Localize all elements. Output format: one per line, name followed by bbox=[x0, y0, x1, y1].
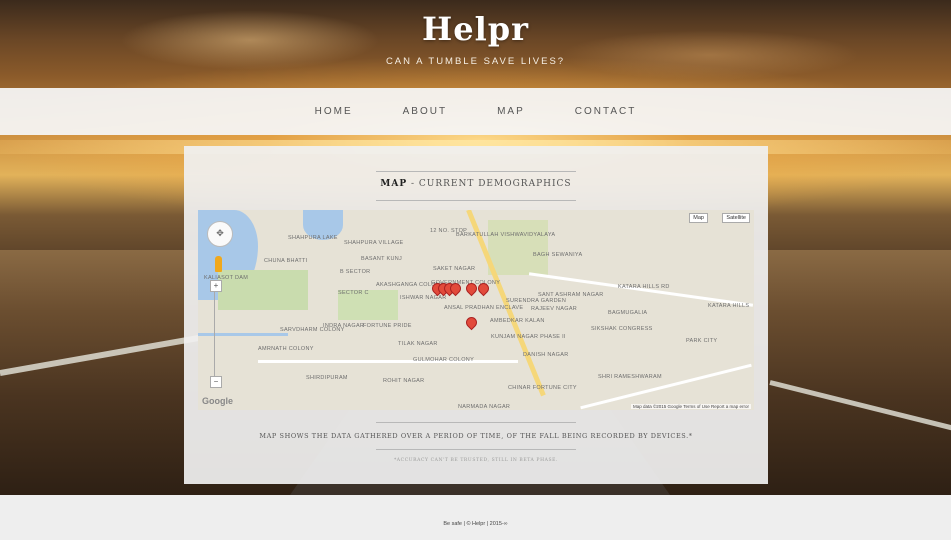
satellite-type-button[interactable]: Satellite bbox=[722, 213, 750, 223]
map-label: Sant Ashram Nagar bbox=[538, 292, 604, 298]
section-title: Map - Current Demographics bbox=[184, 179, 768, 189]
map-label: Amrnath Colony bbox=[258, 346, 314, 352]
street bbox=[580, 363, 752, 410]
accuracy-note: *Accuracy can't be trusted, still in bet… bbox=[393, 458, 559, 463]
street-view-pegman-icon[interactable] bbox=[215, 256, 222, 272]
zoom-in-button[interactable]: + bbox=[210, 280, 222, 292]
fall-marker[interactable] bbox=[463, 314, 480, 331]
nav-map[interactable]: MAP bbox=[497, 106, 525, 117]
nav-contact[interactable]: CONTACT bbox=[575, 106, 637, 117]
map-label: Ishwar Nagar bbox=[400, 295, 447, 301]
map-type-button[interactable]: Map bbox=[689, 213, 708, 223]
google-logo: Google bbox=[202, 396, 233, 406]
section-title-strong: Map bbox=[380, 179, 408, 189]
map-label: Barkatullah Vishwavidyalaya bbox=[456, 232, 556, 238]
map-label: Ansal Pradhan Enclave bbox=[444, 305, 524, 311]
map-caption: Map shows the data gathered over a perio… bbox=[259, 432, 693, 440]
map-label: 12 No. Stop bbox=[430, 228, 468, 234]
zoom-out-button[interactable]: − bbox=[210, 376, 222, 388]
map-pan-control[interactable]: ✥ bbox=[207, 221, 233, 247]
map-label: B Sector bbox=[340, 269, 371, 275]
map-label: Ambedkar Kalan bbox=[490, 318, 545, 324]
map-label: Rajeev Nagar bbox=[531, 306, 578, 312]
river bbox=[198, 333, 288, 336]
footer-text: Be safe | © Helpr | 2015-∞ bbox=[443, 521, 508, 527]
map-label: Chinar Fortune City bbox=[508, 385, 577, 391]
divider bbox=[376, 171, 576, 172]
map-label: Fortune Pride bbox=[363, 323, 412, 329]
map-label: Indra Nagar bbox=[323, 323, 365, 329]
divider bbox=[376, 200, 576, 201]
map-label: Tilak Nagar bbox=[398, 341, 438, 347]
divider bbox=[376, 449, 576, 450]
map-label: Danish Nagar bbox=[523, 352, 569, 358]
zoom-slider[interactable]: + − bbox=[210, 280, 225, 388]
map-label: Chuna Bhatti bbox=[264, 258, 308, 264]
map-label: Surendra Garden bbox=[506, 298, 567, 304]
map-label: Shri Rameshwaram bbox=[598, 374, 662, 380]
tagline: Can a tumble save lives? bbox=[385, 56, 566, 67]
park-area bbox=[488, 220, 548, 275]
map-label: Park City bbox=[686, 338, 718, 344]
map-label: Saket Nagar bbox=[433, 266, 476, 272]
map-label: Shirdipuram bbox=[306, 375, 348, 381]
map-label: Narmada Nagar bbox=[458, 404, 511, 410]
brand-logo[interactable]: Helpr bbox=[0, 10, 951, 48]
map-panel: Map - Current Demographics Barkatullah V… bbox=[184, 146, 768, 484]
street bbox=[258, 360, 518, 363]
map-label: Bagmugalia bbox=[608, 310, 648, 316]
map-label: Bagh Sewaniya bbox=[533, 252, 583, 258]
main-nav: HOME ABOUT MAP CONTACT bbox=[0, 88, 951, 135]
map-label: Sector C bbox=[338, 290, 369, 296]
footer: Be safe | © Helpr | 2015-∞ bbox=[0, 495, 951, 540]
nav-home[interactable]: HOME bbox=[315, 106, 353, 117]
map-label: Gulmohar Colony bbox=[413, 357, 475, 363]
map-label: Kunjam Nagar Phase II bbox=[491, 334, 566, 340]
section-title-rest: - Current Demographics bbox=[407, 179, 572, 189]
map-label: Sikshak Congress bbox=[591, 326, 653, 332]
map-label: Katara Hills Rd bbox=[618, 284, 670, 290]
map-label: Shahpura Lake bbox=[288, 235, 338, 241]
map-label: Rohit Nagar bbox=[383, 378, 425, 384]
nav-about[interactable]: ABOUT bbox=[403, 106, 447, 117]
google-map[interactable]: Barkatullah Vishwavidyalaya Shahpura Lak… bbox=[198, 210, 754, 410]
map-attribution[interactable]: Map data ©2015 Google Terms of Use Repor… bbox=[630, 404, 751, 409]
divider bbox=[376, 422, 576, 423]
map-label: Basant Kunj bbox=[361, 256, 403, 262]
map-label: Shahpura Village bbox=[344, 240, 404, 246]
map-label: Katara Hills bbox=[708, 303, 750, 309]
